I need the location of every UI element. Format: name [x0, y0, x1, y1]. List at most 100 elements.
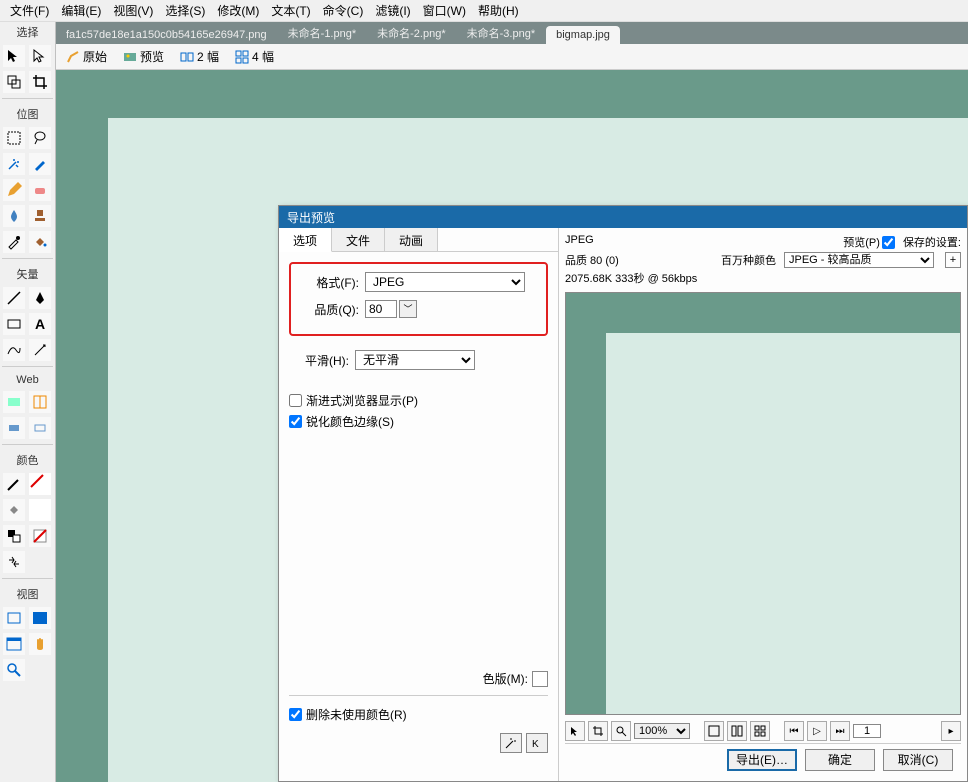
doctab-3[interactable]: 未命名-3.png* [457, 22, 545, 44]
last-frame-icon[interactable]: ⏭ [830, 721, 850, 741]
options-icon[interactable]: K [526, 733, 548, 753]
doctab-2[interactable]: 未命名-2.png* [367, 22, 455, 44]
crop-tool-icon[interactable] [28, 70, 52, 94]
fill-color-icon[interactable] [2, 498, 26, 522]
menu-modify[interactable]: 修改(M) [211, 0, 265, 21]
stroke-color-icon[interactable] [2, 472, 26, 496]
eraser-tool-icon[interactable] [28, 178, 52, 202]
matte-swatch[interactable] [532, 671, 548, 687]
rect-tool-icon[interactable] [2, 312, 26, 336]
dialog-title: 导出预览 [279, 206, 967, 228]
full-screen-menu-icon[interactable] [2, 632, 26, 656]
doctab-0[interactable]: fa1c57de18e1a150c0b54165e26947.png [56, 26, 277, 44]
menu-window[interactable]: 窗口(W) [417, 0, 472, 21]
scale-tool-icon[interactable] [2, 70, 26, 94]
quality-dropdown-icon[interactable]: ﹀ [399, 300, 417, 318]
subselect-tool-icon[interactable] [28, 44, 52, 68]
pen-tool-icon[interactable] [28, 286, 52, 310]
menu-view[interactable]: 视图(V) [107, 0, 159, 21]
zoom-preview-icon[interactable] [611, 721, 631, 741]
freeform-tool-icon[interactable] [2, 338, 26, 362]
fill-swatch[interactable] [28, 498, 52, 522]
4up-icon[interactable] [750, 721, 770, 741]
preview-image-content [606, 333, 960, 714]
doctab-4[interactable]: bigmap.jpg [546, 26, 620, 44]
toolbox-web-label: Web [0, 372, 55, 388]
export-preview-dialog: 导出预览 选项 文件 动画 格式(F): JPEG 品质(Q): ﹀ [278, 205, 968, 782]
toolbox: 选择 位图 矢量 A Web 颜色 [0, 22, 56, 782]
pointer-preview-icon[interactable] [565, 721, 585, 741]
preset-select[interactable]: JPEG - 较高品质 [784, 252, 934, 268]
slice-tool-icon[interactable] [28, 390, 52, 414]
export-area-icon[interactable]: ▸ [941, 721, 961, 741]
menu-select[interactable]: 选择(S) [159, 0, 211, 21]
saved-settings-label: 保存的设置: [903, 234, 961, 250]
lasso-tool-icon[interactable] [28, 126, 52, 150]
hotspot-tool-icon[interactable] [2, 390, 26, 414]
tab-file[interactable]: 文件 [332, 228, 385, 251]
preview-checkbox[interactable] [882, 236, 895, 249]
pointer-tool-icon[interactable] [2, 44, 26, 68]
full-screen-icon[interactable] [28, 606, 52, 630]
menu-command[interactable]: 命令(C) [317, 0, 370, 21]
first-frame-icon[interactable]: ⏮ [784, 721, 804, 741]
view-preview[interactable]: 预览 [119, 46, 168, 67]
play-icon[interactable]: ▷ [807, 721, 827, 741]
menu-edit[interactable]: 编辑(E) [55, 0, 107, 21]
show-slice-icon[interactable] [28, 416, 52, 440]
zoom-select[interactable]: 100% [634, 723, 690, 739]
cancel-button[interactable]: 取消(C) [883, 749, 953, 771]
crop-preview-icon[interactable] [588, 721, 608, 741]
swap-colors-icon[interactable] [2, 550, 26, 574]
frame-input[interactable] [853, 724, 881, 738]
menu-file[interactable]: 文件(F) [4, 0, 55, 21]
format-select[interactable]: JPEG [365, 272, 525, 292]
2up-icon[interactable] [727, 721, 747, 741]
stamp-tool-icon[interactable] [28, 204, 52, 228]
toolbox-vector-label: 矢量 [0, 264, 55, 284]
bucket-tool-icon[interactable] [28, 230, 52, 254]
info-size: 2075.68K 333秒 @ 56kbps [565, 270, 697, 286]
remove-unused-label: 删除未使用颜色(R) [306, 706, 407, 723]
brush-tool-icon[interactable] [28, 152, 52, 176]
preview-image[interactable] [565, 292, 961, 715]
marquee-tool-icon[interactable] [2, 126, 26, 150]
stroke-swatch[interactable] [28, 472, 52, 496]
hand-tool-icon[interactable] [28, 632, 52, 656]
doctab-1[interactable]: 未命名-1.png* [278, 22, 366, 44]
text-tool-icon[interactable]: A [28, 312, 52, 336]
toolbox-select-label: 选择 [0, 22, 55, 42]
toolbox-color-label: 颜色 [0, 450, 55, 470]
format-label: 格式(F): [299, 274, 359, 291]
zoom-tool-icon[interactable] [2, 658, 26, 682]
no-color-icon[interactable] [28, 524, 52, 548]
progressive-checkbox[interactable] [289, 394, 302, 407]
menu-help[interactable]: 帮助(H) [472, 0, 525, 21]
info-colors: 百万种颜色 [721, 252, 776, 268]
remove-unused-checkbox[interactable] [289, 708, 302, 721]
1up-icon[interactable] [704, 721, 724, 741]
view-2up[interactable]: 2 幅 [176, 46, 223, 67]
eyedropper-tool-icon[interactable] [2, 230, 26, 254]
wand-tool-icon[interactable] [2, 152, 26, 176]
ok-button[interactable]: 确定 [805, 749, 875, 771]
standard-screen-icon[interactable] [2, 606, 26, 630]
menu-text[interactable]: 文本(T) [265, 0, 316, 21]
export-button[interactable]: 导出(E)… [727, 749, 797, 771]
view-4up[interactable]: 4 幅 [231, 46, 278, 67]
view-original[interactable]: 原始 [62, 46, 111, 67]
wizard-icon[interactable] [500, 733, 522, 753]
hide-slice-icon[interactable] [2, 416, 26, 440]
add-preset-icon[interactable]: + [945, 252, 961, 268]
tab-options[interactable]: 选项 [279, 228, 332, 252]
line-tool-icon[interactable] [2, 286, 26, 310]
tab-anim[interactable]: 动画 [385, 228, 438, 251]
pencil-tool-icon[interactable] [2, 178, 26, 202]
default-colors-icon[interactable] [2, 524, 26, 548]
smooth-select[interactable]: 无平滑 [355, 350, 475, 370]
knife-tool-icon[interactable] [28, 338, 52, 362]
menu-filter[interactable]: 滤镜(I) [369, 0, 416, 21]
blur-tool-icon[interactable] [2, 204, 26, 228]
quality-input[interactable] [365, 300, 397, 318]
sharpen-checkbox[interactable] [289, 415, 302, 428]
